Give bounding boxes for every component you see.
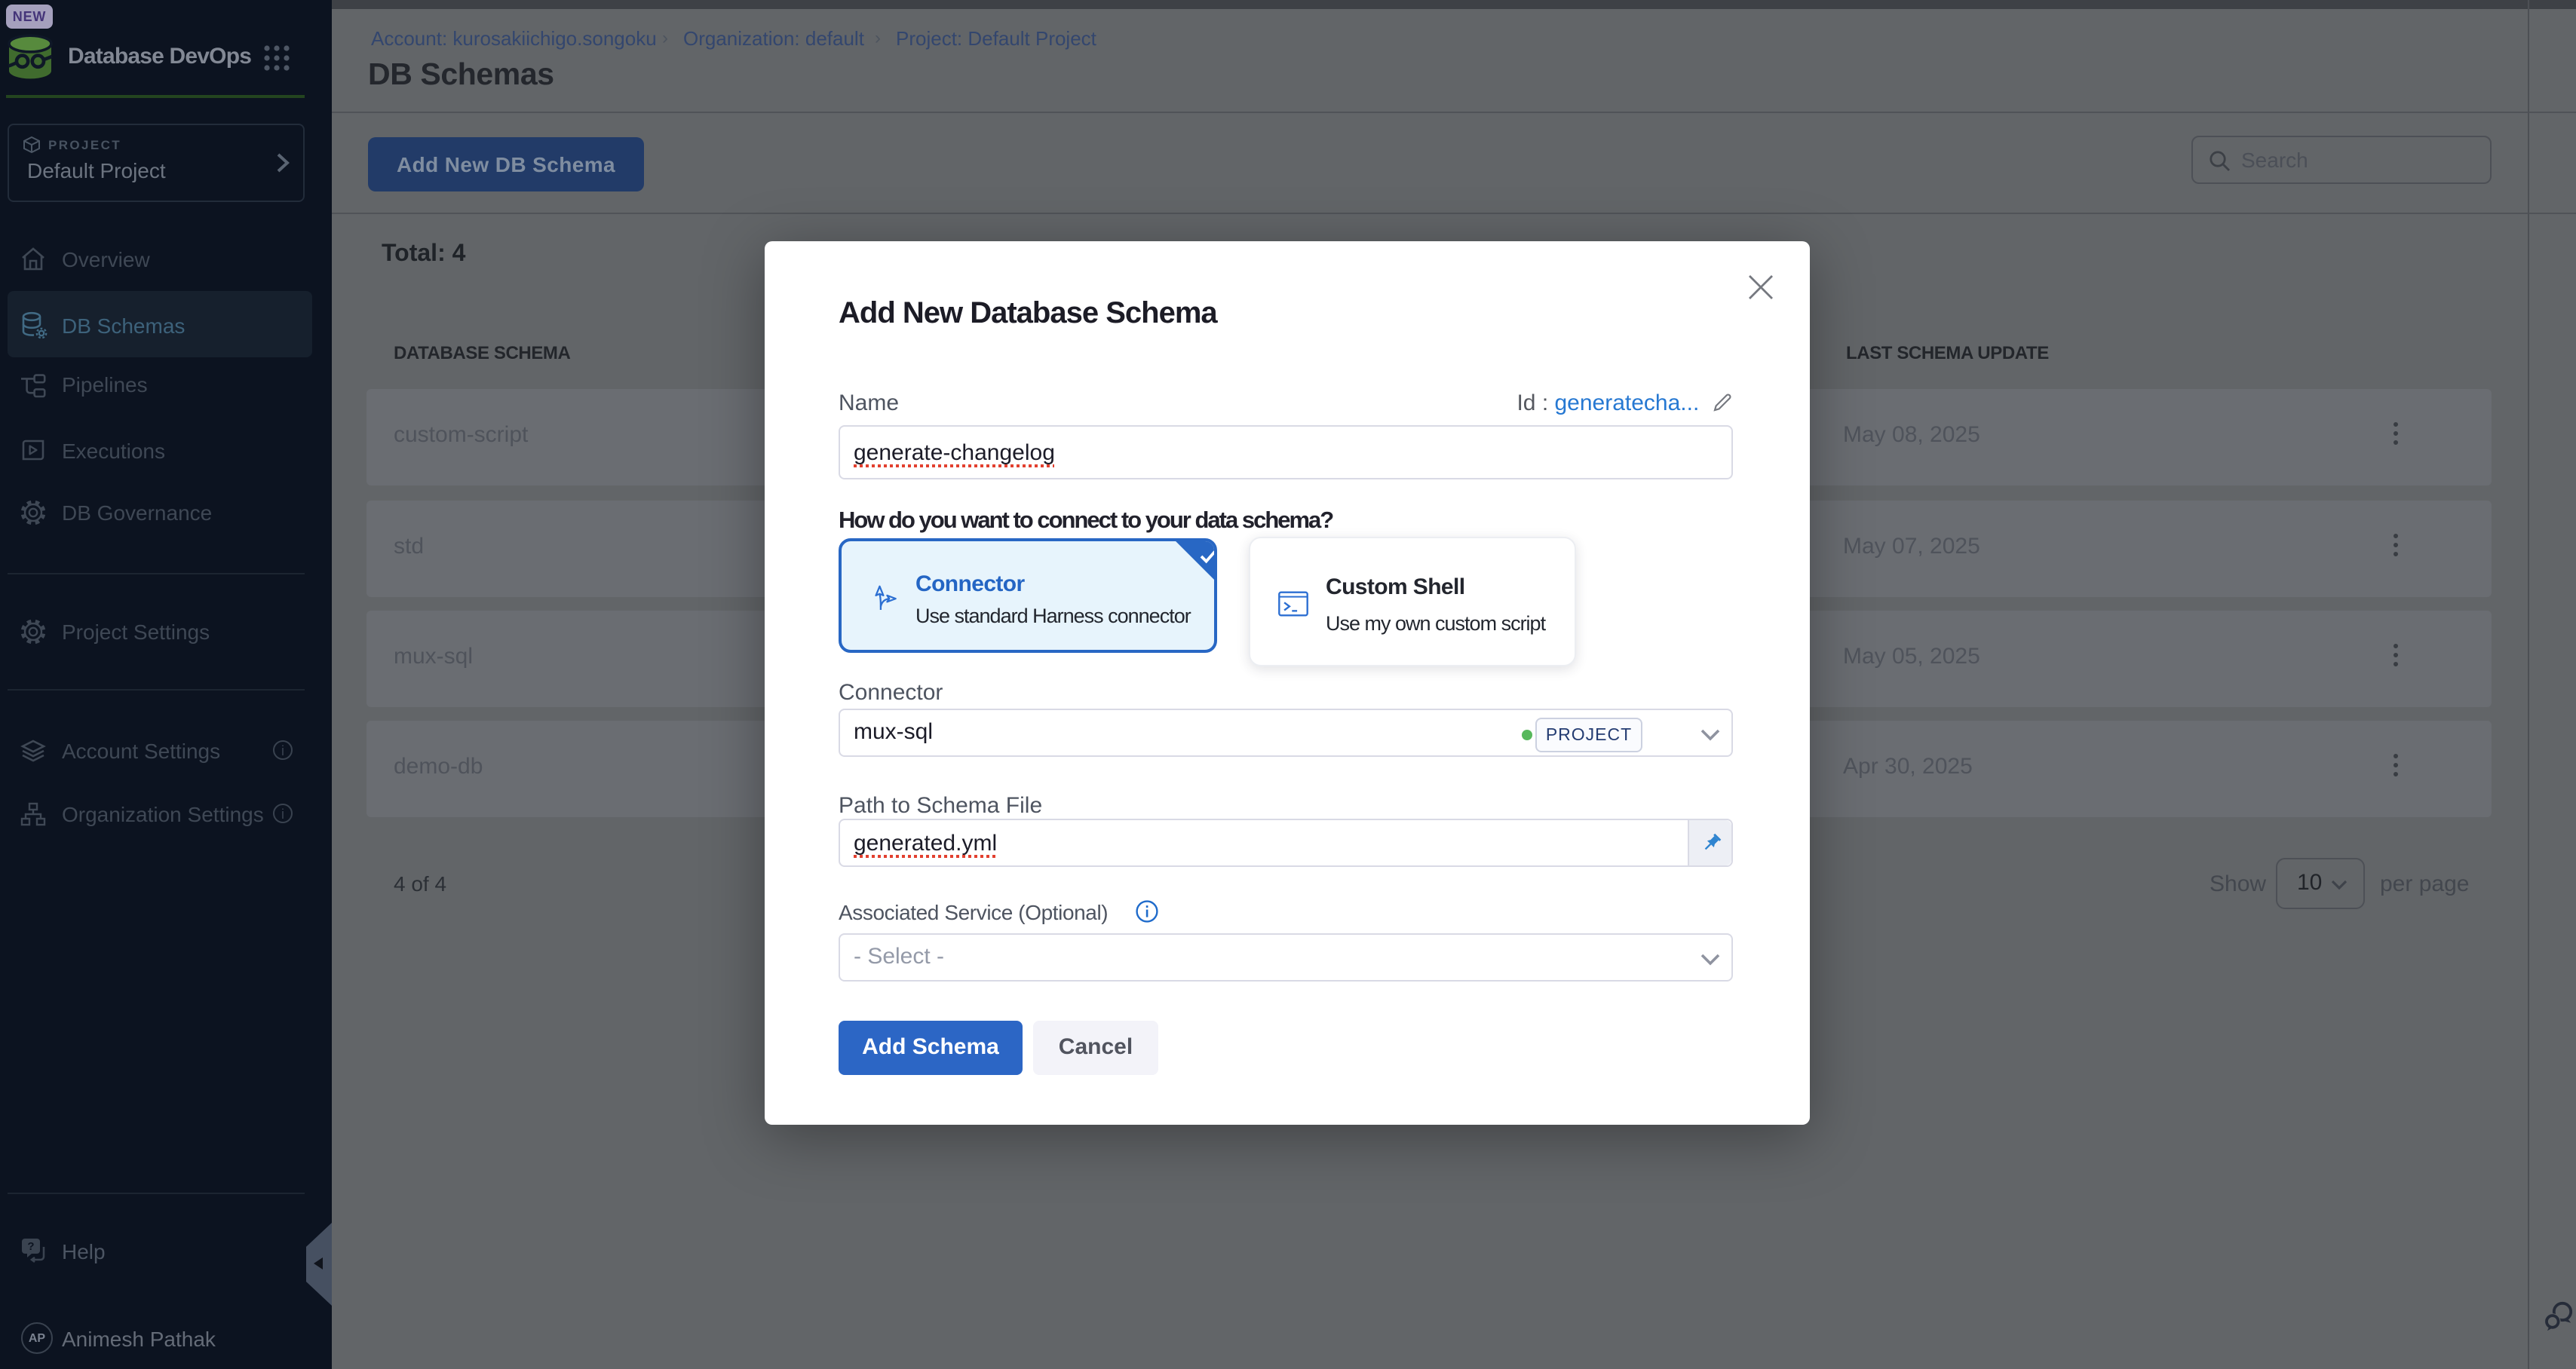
svg-text:?: ? (27, 1240, 34, 1253)
